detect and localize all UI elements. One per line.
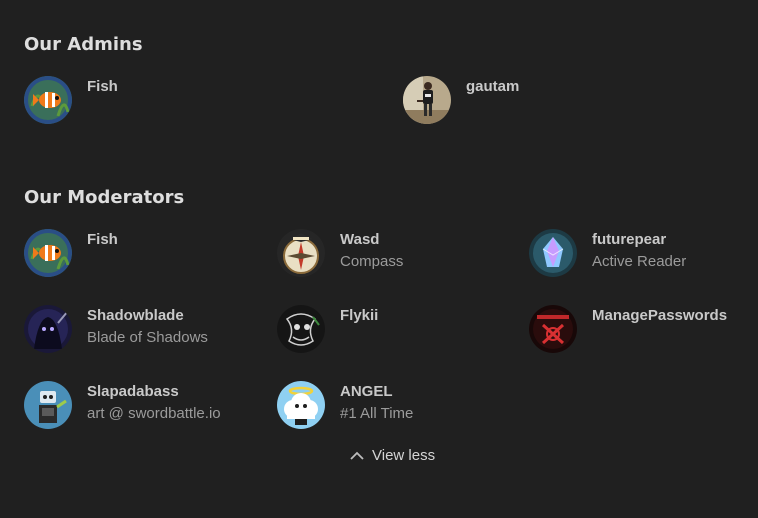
clownfish-avatar[interactable] [24,229,72,277]
moderator-member-shadowblade[interactable]: Shadowblade Blade of Shadows [24,305,208,353]
robot-avatar[interactable] [24,381,72,429]
member-name[interactable]: gautam [466,78,519,96]
moderator-member-flykii[interactable]: Flykii [277,305,378,353]
shadow-creature-avatar[interactable] [24,305,72,353]
member-name[interactable]: Fish [87,231,118,249]
admins-heading: Our Admins [24,34,143,55]
compass-avatar[interactable] [277,229,325,277]
sketch-art-avatar[interactable] [277,305,325,353]
team-page: Our Admins Fish gautam Our Moderators Fi… [0,0,758,518]
view-less-label[interactable]: View less [372,447,435,464]
admin-member-gautam[interactable]: gautam [403,76,519,124]
moderator-member-managepasswords[interactable]: ManagePasswords [529,305,727,353]
member-name[interactable]: Shadowblade [87,307,208,325]
clownfish-avatar[interactable] [24,76,72,124]
member-name[interactable]: Wasd [340,231,403,249]
admin-member-fish[interactable]: Fish [24,76,118,124]
moderators-heading: Our Moderators [24,187,185,208]
member-name[interactable]: futurepear [592,231,686,249]
member-name[interactable]: ManagePasswords [592,307,727,325]
member-name[interactable]: ANGEL [340,383,413,401]
moderator-member-fish[interactable]: Fish [24,229,118,277]
member-subtitle: #1 All Time [340,405,414,422]
member-subtitle: Blade of Shadows [87,329,208,346]
moderator-member-wasd[interactable]: Wasd Compass [277,229,403,277]
moderator-member-futurepear[interactable]: futurepear Active Reader [529,229,686,277]
member-name[interactable]: Slapadabass [87,383,221,401]
view-less-button[interactable]: View less [350,447,435,464]
member-name[interactable]: Fish [87,78,118,96]
member-subtitle: Compass [340,253,404,270]
angel-cloud-avatar[interactable] [277,381,325,429]
red-crest-avatar[interactable] [529,305,577,353]
chevron-up-icon [350,451,364,460]
member-subtitle: Active Reader [592,253,687,270]
person-photo-avatar[interactable] [403,76,451,124]
member-name[interactable]: Flykii [340,307,378,325]
moderator-member-slapadabass[interactable]: Slapadabass art @ swordbattle.io [24,381,221,429]
crystal-pear-avatar[interactable] [529,229,577,277]
moderator-member-angel[interactable]: ANGEL #1 All Time [277,381,413,429]
member-subtitle: art @ swordbattle.io [87,405,221,422]
